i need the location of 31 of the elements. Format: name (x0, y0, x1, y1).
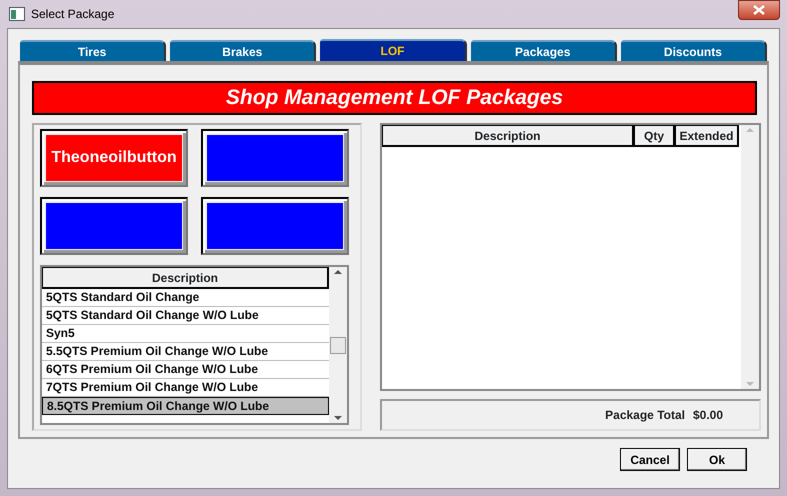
column-header: Qty (634, 125, 675, 147)
scroll-up-icon[interactable] (334, 269, 342, 274)
dialog-button[interactable]: Ok (687, 448, 747, 471)
total-value: $0.00 (692, 407, 723, 424)
column-header: Description (382, 125, 634, 147)
tab[interactable]: LOF (320, 39, 467, 61)
scroll-thumb[interactable] (330, 336, 346, 354)
total-label: Package Total (605, 407, 685, 424)
list-row[interactable]: 8.5QTS Premium Oil Change W/O Lube (42, 397, 329, 415)
list-row[interactable]: 6QTS Premium Oil Change W/O Lube (42, 361, 329, 379)
close-button[interactable] (738, 0, 780, 20)
banner: Shop Management LOF Packages (32, 81, 757, 115)
scroll-down-icon[interactable] (334, 416, 342, 421)
column-header: Extended (675, 125, 739, 147)
column-header: Description (42, 267, 329, 289)
list-row[interactable]: 5QTS Standard Oil Change W/O Lube (42, 307, 329, 325)
window-title: Select Package (31, 6, 114, 23)
list-row[interactable]: 5QTS Standard Oil Change (42, 289, 329, 307)
tab[interactable]: Discounts (620, 40, 768, 61)
dialog-button[interactable]: Cancel (620, 448, 680, 471)
tab[interactable]: Packages (470, 40, 617, 61)
list-row[interactable]: Syn5 (42, 325, 329, 343)
tab[interactable]: Tires (20, 40, 166, 61)
package-button[interactable] (201, 197, 349, 255)
list-row[interactable]: 5.5QTS Premium Oil Change W/O Lube (42, 343, 329, 361)
package-button[interactable] (40, 197, 188, 255)
close-icon (753, 5, 765, 15)
app-icon (9, 7, 25, 21)
package-button[interactable]: Theoneoilbutton (40, 129, 188, 187)
tab[interactable]: Brakes (170, 40, 316, 61)
package-button[interactable] (201, 129, 349, 187)
